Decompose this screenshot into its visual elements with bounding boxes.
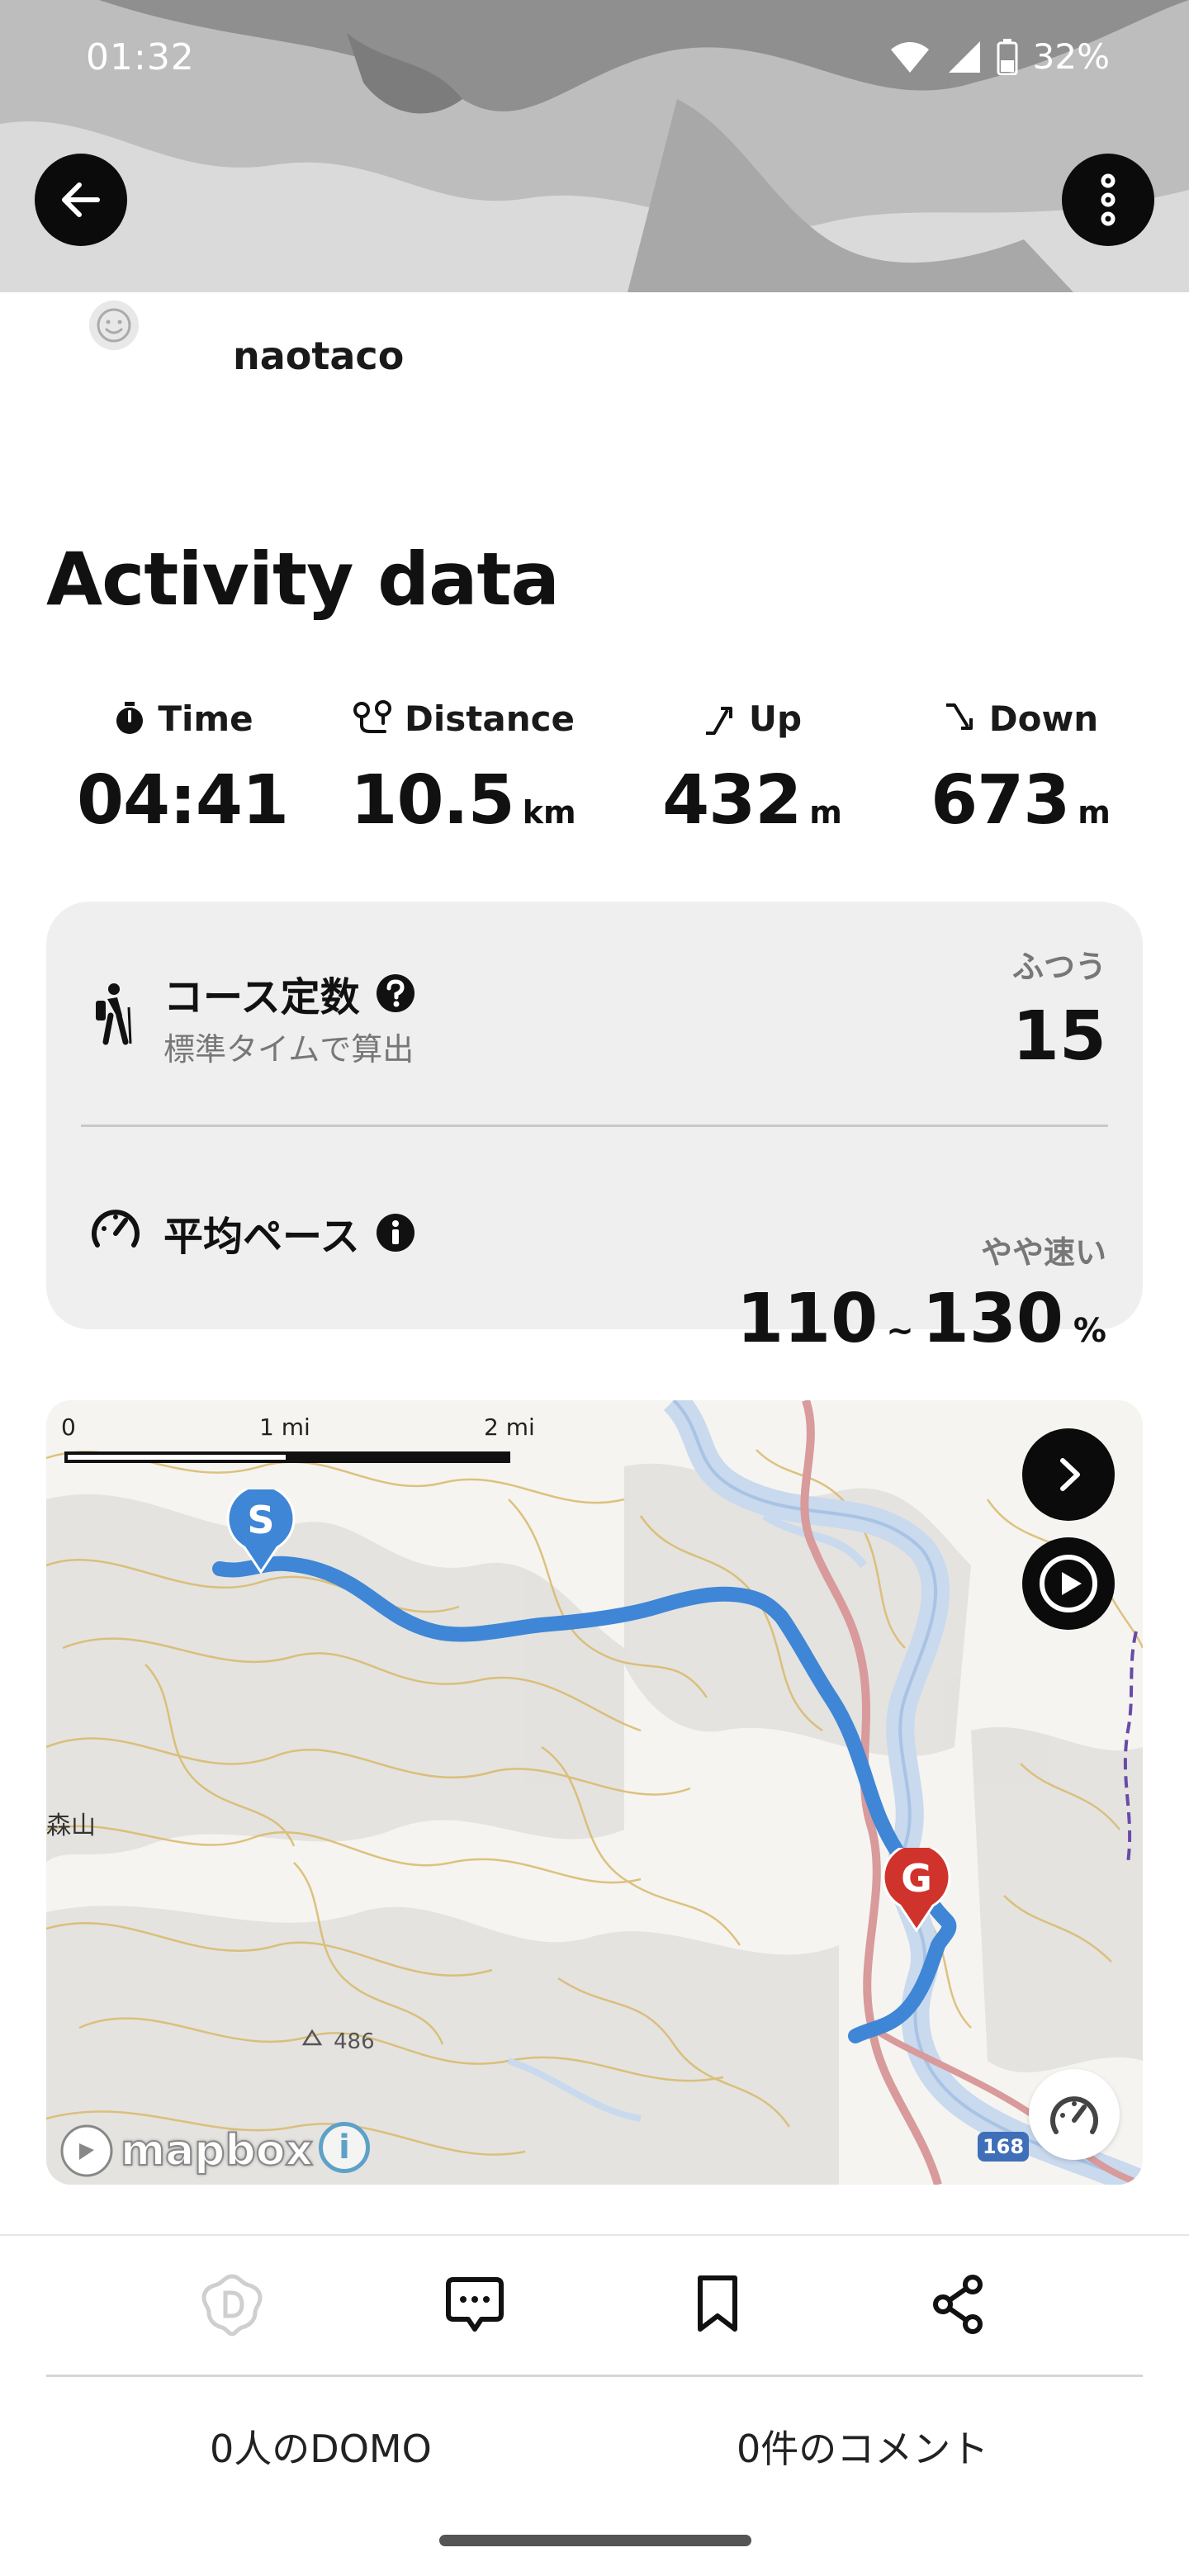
scale-label-2mi: 2 mi [484,1413,535,1441]
smiley-icon [97,308,131,343]
stat-down: Down 673 m [888,694,1153,859]
signal-icon [948,40,980,73]
average-pace-row[interactable]: 平均ペース やや速い 110 ~130% [46,1126,1143,1358]
avatar[interactable] [89,301,139,350]
domo-count[interactable]: 0人のDOMO [210,2419,432,2474]
activity-data-title: Activity data [46,537,560,622]
arrow-left-icon [62,182,100,217]
hiker-icon [96,983,132,1045]
more-vertical-icon [1101,173,1116,226]
status-bar: 01:32 32% [0,0,1189,116]
share-button[interactable] [913,2259,1004,2350]
map-next-button[interactable] [1022,1428,1115,1521]
road-number: 168 [982,2135,1025,2158]
battery-percent: 32% [1032,36,1110,77]
course-constant-title: コース定数 [163,974,360,1020]
terrain-map [46,1400,1143,2185]
average-pace-title: 平均ペース [163,1214,360,1260]
pace-max: 130 [921,1280,1063,1358]
question-circle-icon[interactable] [375,973,416,1014]
comment-count[interactable]: 0件のコメント [737,2419,988,2474]
back-button[interactable] [35,154,127,246]
stat-up-unit: m [809,794,842,831]
stat-up-value: 432 [662,761,802,840]
status-icons: 32% [889,36,1110,77]
pace-min: 110 [737,1280,879,1358]
pace-unit: % [1073,1312,1106,1350]
play-circle-icon [1040,1555,1097,1612]
route-map[interactable]: 0 1 mi 2 mi S G 森山 486 168 mapbox i [46,1400,1143,2185]
course-card: コース定数 標準タイムで算出 ふつう 15 平均ペース やや速い 110 ~ 1… [46,902,1143,1358]
scale-label-1mi: 1 mi [259,1413,310,1441]
share-icon [933,2275,983,2334]
start-marker-label: S [247,1498,275,1542]
average-pace-value: 110 ~130% [737,1280,1106,1358]
pace-separator: ~ [886,1312,914,1350]
course-constant-subtitle: 標準タイムで算出 [163,1031,414,1068]
mapbox-logo[interactable]: mapbox [58,2122,314,2180]
stat-down-value: 673 [931,761,1070,840]
stat-up-label: Up [748,698,803,739]
scale-label-0: 0 [61,1413,76,1441]
peak-elevation-label: 486 [334,2029,375,2054]
bottom-bar-divider-top [0,2234,1189,2236]
stat-up: Up 432 m [616,694,888,859]
average-pace-rank: やや速い [980,1234,1106,1271]
action-bar [0,2259,1189,2366]
start-marker[interactable]: S [226,1489,296,1575]
battery-icon [997,38,1018,75]
more-options-button[interactable] [1062,154,1154,246]
course-constant-row[interactable]: コース定数 標準タイムで算出 ふつう 15 [46,902,1143,1126]
comment-button[interactable] [429,2259,520,2350]
domo-button[interactable] [187,2259,277,2350]
activity-stats: Time 04:41 Distance 10.5 km Up 432 m Dow… [46,694,1143,859]
stat-time-label: Time [158,698,253,739]
map-attribution-info-button[interactable]: i [319,2122,370,2173]
road-number-badge: 168 [978,2132,1029,2162]
course-constant-value: 15 [1011,997,1106,1076]
domo-icon [201,2274,263,2337]
status-time: 01:32 [86,36,195,78]
stat-down-label: Down [988,698,1099,739]
map-scale-labels: 0 1 mi 2 mi [46,1413,542,1447]
course-constant-rank: ふつう [1011,949,1106,985]
stat-time-value: 04:41 [76,761,289,840]
stopwatch-icon [116,702,144,734]
bookmark-button[interactable] [672,2259,763,2350]
chevron-right-icon [1060,1458,1080,1491]
stat-time: Time 04:41 [46,694,319,859]
mapbox-wordmark: mapbox [120,2125,314,2176]
home-indicator[interactable] [439,2535,751,2546]
ascent-icon [705,707,732,735]
speedometer-icon [92,1210,140,1248]
goal-marker[interactable]: G [882,1848,951,1934]
comment-icon [446,2277,504,2332]
speedometer-icon [1050,2096,1098,2134]
bookmark-icon [698,2275,737,2332]
map-play-button[interactable] [1022,1537,1115,1630]
place-label: 森山 [46,1811,96,1840]
stat-distance: Distance 10.5 km [319,694,608,859]
username[interactable]: naotaco [233,334,404,378]
map-speed-button[interactable] [1029,2069,1120,2160]
stat-down-unit: m [1078,794,1111,831]
reaction-counts: 0人のDOMO 0件のコメント [0,2419,1189,2485]
stat-distance-value: 10.5 [350,761,514,840]
stat-distance-unit: km [522,794,576,831]
route-pins-icon [353,700,392,733]
descent-icon [945,703,973,730]
goal-marker-label: G [901,1856,932,1901]
mapbox-icon [60,2124,113,2177]
stat-distance-label: Distance [405,698,575,739]
wifi-icon [890,41,929,73]
bottom-bar-divider [46,2375,1143,2377]
info-circle-icon[interactable] [375,1212,416,1253]
